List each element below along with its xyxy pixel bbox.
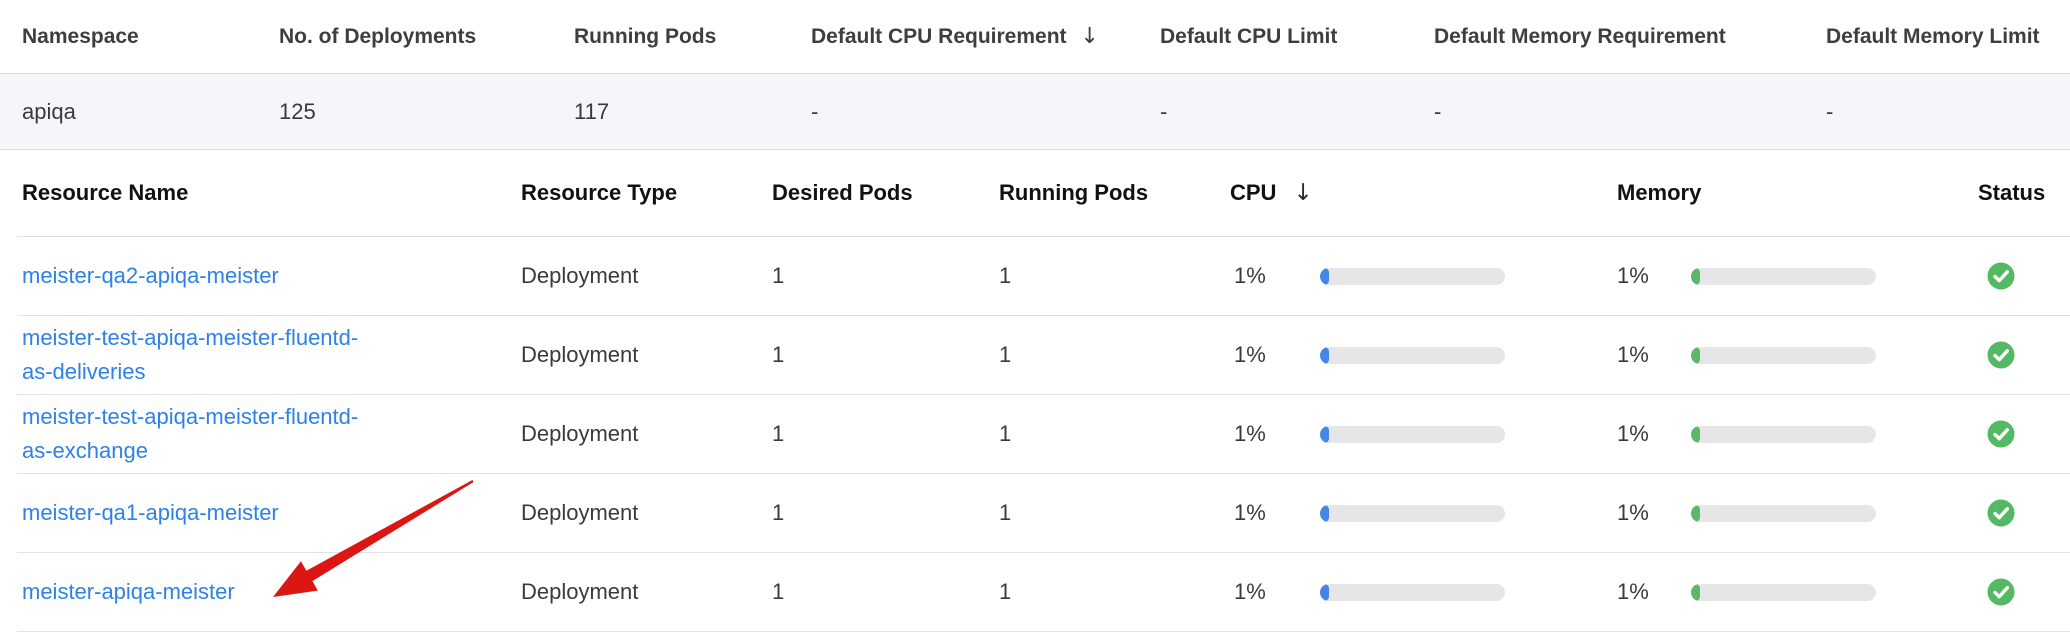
header-status[interactable]: Status	[1978, 180, 2070, 206]
memory-usage: 1%	[1617, 500, 1978, 526]
memory-usage: 1%	[1617, 263, 1978, 289]
memory-progress-bar	[1691, 584, 1876, 601]
namespace-row-apiqa[interactable]: apiqa 125 117 - - - -	[0, 74, 2070, 150]
header-running-pods[interactable]: Running Pods	[574, 25, 811, 49]
memory-percent: 1%	[1617, 500, 1691, 526]
memory-progress-bar	[1691, 505, 1876, 522]
header-memory[interactable]: Memory	[1617, 180, 1978, 206]
header-no-of-deployments[interactable]: No. of Deployments	[279, 25, 574, 49]
cpu-progress-bar	[1320, 505, 1505, 522]
memory-percent: 1%	[1617, 579, 1691, 605]
header-resource-name[interactable]: Resource Name	[22, 180, 521, 206]
memory-progress-bar	[1691, 426, 1876, 443]
table-row: meister-qa1-apiqa-meister Deployment 1 1…	[17, 474, 2070, 553]
cpu-usage: 1%	[1230, 263, 1617, 289]
memory-progress-bar	[1691, 268, 1876, 285]
status-cell	[1978, 341, 2070, 369]
header-default-cpu-limit[interactable]: Default CPU Limit	[1160, 25, 1434, 49]
header-default-memory-limit[interactable]: Default Memory Limit	[1826, 25, 2070, 49]
cpu-usage: 1%	[1230, 500, 1617, 526]
status-cell	[1978, 420, 2070, 448]
running-pods-count: 1	[999, 263, 1230, 289]
resource-link[interactable]: meister-qa2-apiqa-meister	[22, 259, 279, 293]
resource-link[interactable]: meister-qa1-apiqa-meister	[22, 496, 279, 530]
running-pods-count: 1	[999, 500, 1230, 526]
cpu-percent: 1%	[1230, 500, 1320, 526]
header-desired-pods[interactable]: Desired Pods	[772, 180, 999, 206]
memory-usage: 1%	[1617, 579, 1978, 605]
desired-pods-count: 1	[772, 500, 999, 526]
memory-progress-bar	[1691, 347, 1876, 364]
status-ok-icon	[1987, 420, 2015, 448]
memory-percent: 1%	[1617, 421, 1691, 447]
resource-type: Deployment	[521, 421, 772, 447]
desired-pods-count: 1	[772, 421, 999, 447]
cpu-usage: 1%	[1230, 342, 1617, 368]
namespace-default-memory-requirement: -	[1434, 99, 1826, 125]
header-running-pods[interactable]: Running Pods	[999, 180, 1230, 206]
cpu-progress-bar	[1320, 268, 1505, 285]
running-pods-count: 1	[999, 342, 1230, 368]
table-row: meister-test-apiqa-meister-fluentd-as-de…	[17, 316, 2070, 395]
memory-usage: 1%	[1617, 421, 1978, 447]
cpu-percent: 1%	[1230, 342, 1320, 368]
namespace-default-cpu-limit: -	[1160, 99, 1434, 125]
resource-link[interactable]: meister-test-apiqa-meister-fluentd-as-de…	[22, 321, 370, 389]
header-cpu[interactable]: CPU ↓	[1230, 180, 1617, 206]
desired-pods-count: 1	[772, 342, 999, 368]
resource-type: Deployment	[521, 263, 772, 289]
resource-link-annotated[interactable]: meister-apiqa-meister	[22, 575, 235, 609]
namespace-deployments-count: 125	[279, 99, 574, 125]
header-default-memory-requirement[interactable]: Default Memory Requirement	[1434, 25, 1826, 49]
status-cell	[1978, 499, 2070, 527]
desired-pods-count: 1	[772, 263, 999, 289]
namespace-default-memory-limit: -	[1826, 99, 2070, 125]
cpu-progress-bar	[1320, 347, 1505, 364]
cpu-percent: 1%	[1230, 263, 1320, 289]
table-row: meister-test-apiqa-meister-fluentd-as-ex…	[17, 395, 2070, 474]
status-ok-icon	[1987, 341, 2015, 369]
resource-link[interactable]: meister-test-apiqa-meister-fluentd-as-ex…	[22, 400, 370, 468]
namespace-running-pods-count: 117	[574, 99, 811, 125]
header-default-cpu-requirement[interactable]: Default CPU Requirement ↓	[811, 25, 1160, 49]
status-cell	[1978, 262, 2070, 290]
desired-pods-count: 1	[772, 579, 999, 605]
namespace-default-cpu-requirement: -	[811, 99, 1160, 125]
cpu-usage: 1%	[1230, 421, 1617, 447]
memory-percent: 1%	[1617, 263, 1691, 289]
sort-descending-icon[interactable]: ↓	[1293, 182, 1312, 205]
running-pods-count: 1	[999, 579, 1230, 605]
memory-percent: 1%	[1617, 342, 1691, 368]
namespace-name: apiqa	[22, 99, 279, 125]
status-ok-icon	[1987, 262, 2015, 290]
status-cell	[1978, 578, 2070, 606]
cpu-percent: 1%	[1230, 421, 1320, 447]
sort-descending-icon[interactable]: ↓	[1081, 26, 1099, 48]
cpu-usage: 1%	[1230, 579, 1617, 605]
cpu-progress-bar	[1320, 584, 1505, 601]
table-row: meister-apiqa-meister Deployment 1 1 1% …	[17, 553, 2070, 632]
cpu-percent: 1%	[1230, 579, 1320, 605]
status-ok-icon	[1987, 499, 2015, 527]
namespace-table-header: Namespace No. of Deployments Running Pod…	[0, 0, 2070, 74]
table-row: meister-qa2-apiqa-meister Deployment 1 1…	[17, 237, 2070, 316]
running-pods-count: 1	[999, 421, 1230, 447]
cpu-progress-bar	[1320, 426, 1505, 443]
resource-type: Deployment	[521, 342, 772, 368]
header-namespace[interactable]: Namespace	[22, 25, 279, 49]
resource-type: Deployment	[521, 579, 772, 605]
header-resource-type[interactable]: Resource Type	[521, 180, 772, 206]
memory-usage: 1%	[1617, 342, 1978, 368]
resource-table-header: Resource Name Resource Type Desired Pods…	[17, 150, 2070, 237]
resource-type: Deployment	[521, 500, 772, 526]
status-ok-icon	[1987, 578, 2015, 606]
